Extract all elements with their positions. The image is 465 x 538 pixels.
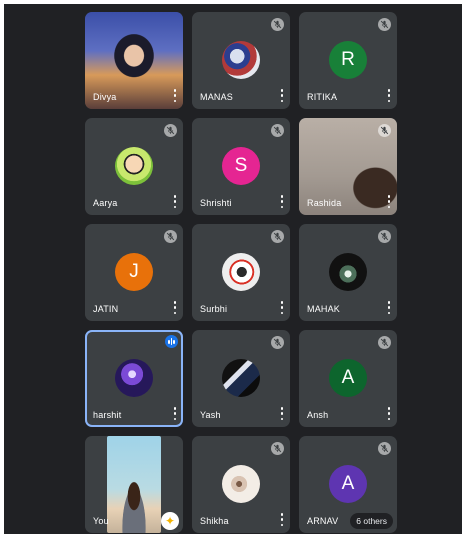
more-options-icon[interactable] (280, 407, 284, 420)
more-options-icon[interactable] (173, 89, 177, 102)
participant-name: RITIKA (307, 92, 338, 102)
participant-name: Yash (200, 410, 221, 420)
mic-off-icon (271, 124, 284, 137)
participant-tile[interactable]: J JATIN (85, 224, 183, 321)
participant-avatar: J (115, 252, 153, 291)
participant-name: Surbhi (200, 304, 228, 314)
mic-off-icon (271, 336, 284, 349)
more-options-icon[interactable] (173, 195, 177, 208)
mic-off-icon (378, 336, 391, 349)
participant-tile[interactable]: A Ansh (299, 330, 397, 427)
participant-name: JATIN (93, 304, 119, 314)
more-options-icon[interactable] (280, 301, 284, 314)
more-options-icon[interactable] (387, 195, 391, 208)
mic-off-icon (164, 124, 177, 137)
participant-name: You (93, 516, 109, 526)
participant-tile[interactable]: Shikha (192, 436, 290, 533)
participant-video (107, 436, 161, 533)
more-options-icon[interactable] (387, 301, 391, 314)
more-options-icon[interactable] (387, 407, 391, 420)
participant-name: Ansh (307, 410, 329, 420)
participant-tile[interactable]: Divya (85, 12, 183, 109)
participant-avatar (222, 358, 260, 397)
participant-avatar (115, 358, 153, 397)
mic-off-icon (271, 230, 284, 243)
participant-tile[interactable]: Surbhi (192, 224, 290, 321)
participant-avatar (329, 252, 367, 291)
participant-avatar (222, 464, 260, 503)
participant-tile[interactable]: harshit (85, 330, 183, 427)
mic-off-icon (378, 124, 391, 137)
more-options-icon[interactable] (280, 513, 284, 526)
participant-name: Aarya (93, 198, 118, 208)
participant-name: MANAS (200, 92, 234, 102)
participant-avatar (222, 252, 260, 291)
participant-tile[interactable]: MANAS (192, 12, 290, 109)
participant-tile[interactable]: Rashida (299, 118, 397, 215)
speaking-indicator-icon (165, 335, 178, 348)
more-options-icon[interactable] (173, 407, 177, 420)
mic-off-icon (378, 230, 391, 243)
participant-tile[interactable]: MAHAK (299, 224, 397, 321)
others-count-badge[interactable]: 6 others (350, 513, 393, 529)
participant-avatar (115, 146, 153, 185)
more-options-icon[interactable] (387, 89, 391, 102)
participant-name: Shrishti (200, 198, 232, 208)
participant-tile[interactable]: A ARNAV 6 others (299, 436, 397, 533)
mic-off-icon (271, 442, 284, 455)
participant-avatar: A (329, 464, 367, 503)
mic-off-icon (378, 442, 391, 455)
meeting-stage: Divya MANAS R RITIKA Aarya S Shrishti Rashida J J… (4, 4, 462, 534)
visual-effects-icon[interactable]: ✦ (161, 512, 179, 530)
participant-tile[interactable]: Yash (192, 330, 290, 427)
participant-name: Divya (93, 92, 117, 102)
participant-name: ARNAV (307, 516, 339, 526)
participant-avatar: R (329, 40, 367, 79)
participant-avatar: S (222, 146, 260, 185)
mic-off-icon (378, 18, 391, 31)
more-options-icon[interactable] (280, 89, 284, 102)
participant-name: MAHAK (307, 304, 341, 314)
participant-name: Rashida (307, 198, 342, 208)
participant-avatar (222, 40, 260, 79)
more-options-icon[interactable] (280, 195, 284, 208)
participant-tile[interactable]: You ✦ (85, 436, 183, 533)
participant-tile[interactable]: R RITIKA (299, 12, 397, 109)
participant-name: harshit (93, 410, 122, 420)
participant-tile[interactable]: S Shrishti (192, 118, 290, 215)
more-options-icon[interactable] (173, 301, 177, 314)
participant-name: Shikha (200, 516, 229, 526)
mic-off-icon (164, 230, 177, 243)
participant-avatar: A (329, 358, 367, 397)
participant-tile[interactable]: Aarya (85, 118, 183, 215)
mic-off-icon (271, 18, 284, 31)
